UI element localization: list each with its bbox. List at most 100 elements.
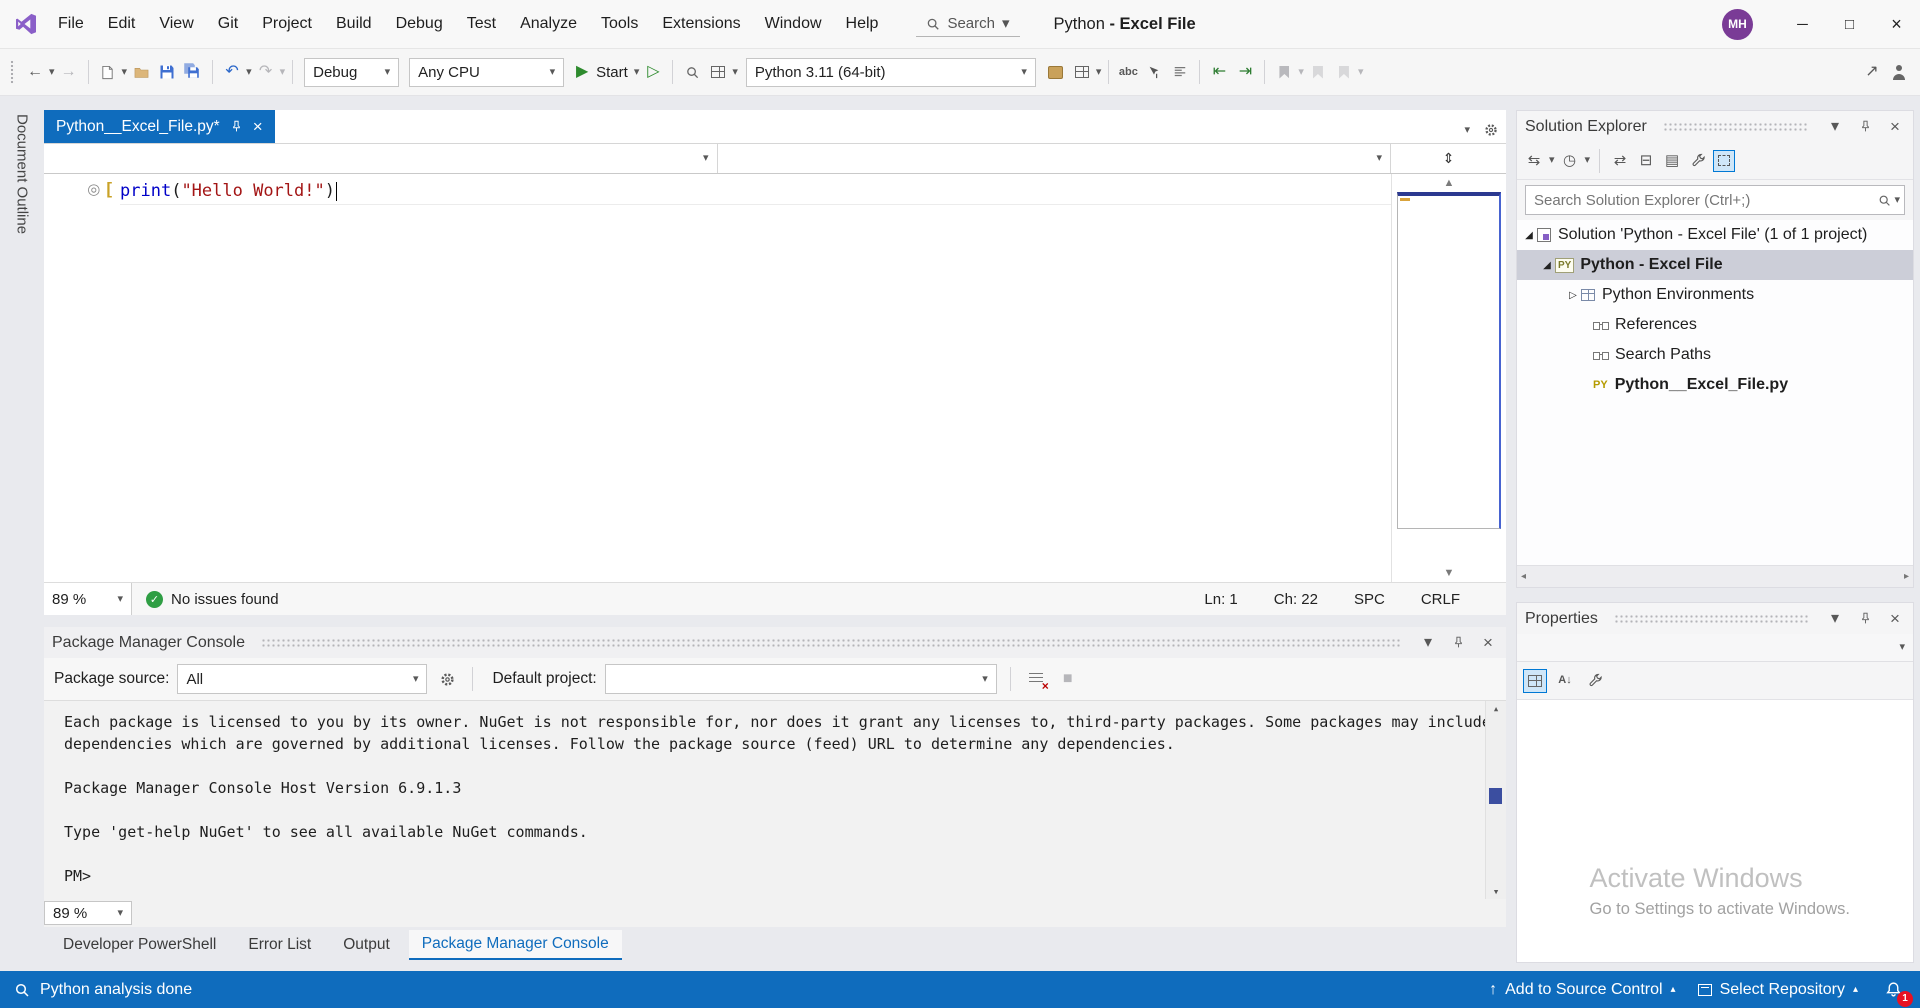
chevron-down-icon[interactable]: ▾ — [1298, 67, 1304, 78]
start-button[interactable]: Start — [596, 64, 628, 81]
menu-item-git[interactable]: Git — [206, 0, 250, 48]
package-source-settings-gear-icon[interactable] — [435, 667, 459, 691]
share-icon[interactable]: ↗ — [1860, 60, 1884, 84]
python-environment-dropdown[interactable]: Python 3.11 (64-bit) ▾ — [746, 58, 1036, 87]
interactive-window-icon[interactable] — [1070, 60, 1094, 84]
menu-item-project[interactable]: Project — [250, 0, 324, 48]
menu-item-test[interactable]: Test — [455, 0, 508, 48]
new-project-icon[interactable] — [96, 60, 120, 84]
chevron-down-icon[interactable]: ▾ — [1585, 155, 1591, 166]
sync-with-active-document-icon[interactable]: ⇄ — [1609, 150, 1631, 172]
document-tab-python-excel-file[interactable]: Python__Excel_File.py* × — [44, 110, 275, 143]
expander-icon[interactable]: ◢ — [1539, 260, 1555, 271]
close-icon[interactable]: × — [1885, 117, 1905, 137]
pin-icon[interactable] — [1855, 117, 1875, 137]
project-dropdown[interactable]: ▾ — [44, 144, 718, 173]
chevron-down-icon[interactable]: ▾ — [1894, 195, 1900, 206]
editor-options-gear-icon[interactable] — [1484, 123, 1498, 137]
tab-package-manager-console[interactable]: Package Manager Console — [409, 930, 622, 960]
tree-row-solution[interactable]: ◢ Solution 'Python - Excel File' (1 of 1… — [1517, 220, 1913, 250]
chevron-down-icon[interactable]: ▾ — [1549, 155, 1555, 166]
pin-icon[interactable] — [1855, 609, 1875, 629]
format-document-icon[interactable] — [1168, 60, 1192, 84]
add-to-source-control-button[interactable]: ↑ Add to Source Control ▴ — [1489, 981, 1675, 999]
caret-navigation-icon[interactable] — [1142, 60, 1166, 84]
console-output[interactable]: Each package is licensed to you by its o… — [44, 701, 1506, 899]
preview-selected-items-icon[interactable]: ▤ — [1661, 150, 1683, 172]
scroll-down-icon[interactable]: ▼ — [1444, 564, 1455, 582]
properties-object-dropdown[interactable]: ▾ — [1517, 634, 1913, 662]
tab-output[interactable]: Output — [330, 931, 403, 959]
console-vertical-scrollbar[interactable]: ▴ ▾ — [1485, 701, 1506, 899]
code-text[interactable]: print("Hello World!") — [120, 174, 1391, 582]
menu-item-edit[interactable]: Edit — [96, 0, 148, 48]
solution-explorer-horizontal-scrollbar[interactable]: ◂ ▸ — [1517, 565, 1913, 587]
chevron-down-icon[interactable]: ▾ — [49, 67, 55, 78]
tab-error-list[interactable]: Error List — [235, 931, 324, 959]
menu-item-tools[interactable]: Tools — [589, 0, 650, 48]
next-bookmark-icon[interactable] — [1332, 60, 1356, 84]
tree-row-search-paths[interactable]: Search Paths — [1517, 340, 1913, 370]
increase-indent-icon[interactable]: ⇥ — [1233, 60, 1257, 84]
redo-icon[interactable]: ↷ — [254, 60, 278, 84]
properties-drag-texture[interactable] — [1614, 614, 1809, 623]
line-ending-indicator[interactable]: CRLF — [1421, 591, 1460, 608]
spaces-indicator[interactable]: SPC — [1354, 591, 1385, 608]
editor-scrollbar-map[interactable]: ▲ ▼ — [1391, 174, 1506, 582]
minimize-button[interactable]: ─ — [1779, 0, 1826, 48]
send-feedback-icon[interactable] — [1886, 60, 1910, 84]
scroll-down-icon[interactable]: ▾ — [1493, 886, 1500, 897]
close-icon[interactable]: × — [1478, 633, 1498, 653]
pin-icon[interactable] — [1448, 633, 1468, 653]
preview-window-icon[interactable] — [706, 60, 730, 84]
switch-views-icon[interactable]: ⇆ — [1523, 150, 1545, 172]
menu-item-file[interactable]: File — [46, 0, 96, 48]
stop-icon[interactable]: ■ — [1056, 667, 1080, 691]
chevron-down-icon[interactable]: ▾ — [246, 67, 252, 78]
spell-check-icon[interactable]: abc — [1116, 60, 1140, 84]
save-all-icon[interactable] — [181, 60, 205, 84]
console-zoom-dropdown[interactable]: 89 % ▾ — [44, 901, 132, 925]
scrollbar-thumb[interactable] — [1397, 192, 1501, 529]
navigate-forward-icon[interactable]: → — [57, 60, 81, 84]
collapse-all-icon[interactable]: ⊟ — [1635, 150, 1657, 172]
chevron-down-icon[interactable]: ▾ — [1358, 67, 1364, 78]
find-in-files-icon[interactable] — [680, 60, 704, 84]
toolbar-grip[interactable] — [10, 60, 15, 84]
categorized-icon[interactable] — [1523, 669, 1547, 693]
search-icon[interactable] — [1874, 190, 1894, 210]
menu-item-build[interactable]: Build — [324, 0, 384, 48]
chevron-down-icon[interactable]: ▾ — [634, 67, 640, 78]
decrease-indent-icon[interactable]: ⇤ — [1207, 60, 1231, 84]
menu-item-window[interactable]: Window — [753, 0, 834, 48]
solution-explorer-header[interactable]: Solution Explorer ▾ × — [1517, 111, 1913, 142]
quick-action-icon[interactable]: ◎ — [87, 180, 100, 198]
scroll-up-icon[interactable]: ▲ — [1444, 174, 1455, 192]
alphabetical-sort-icon[interactable]: A↓ — [1553, 669, 1577, 693]
tree-row-references[interactable]: References — [1517, 310, 1913, 340]
search-input[interactable] — [1534, 192, 1874, 209]
open-file-icon[interactable] — [129, 60, 153, 84]
chevron-down-icon[interactable]: ▾ — [280, 67, 286, 78]
pmc-drag-texture[interactable] — [261, 638, 1402, 647]
navigate-back-icon[interactable]: ← — [23, 60, 47, 84]
default-project-dropdown[interactable]: ▾ — [605, 664, 997, 694]
menu-item-debug[interactable]: Debug — [384, 0, 455, 48]
menu-item-help[interactable]: Help — [834, 0, 891, 48]
tree-row-python-environments[interactable]: ▷ Python Environments — [1517, 280, 1913, 310]
pmc-header[interactable]: Package Manager Console ▾ × — [44, 627, 1506, 658]
column-indicator[interactable]: Ch: 22 — [1274, 591, 1318, 608]
undo-icon[interactable]: ↶ — [220, 60, 244, 84]
chevron-down-icon[interactable]: ▾ — [1096, 67, 1102, 78]
package-source-dropdown[interactable]: All ▾ — [177, 664, 427, 694]
window-position-chevron-icon[interactable]: ▾ — [1825, 117, 1845, 137]
package-manager-icon[interactable] — [1044, 60, 1068, 84]
tab-developer-powershell[interactable]: Developer PowerShell — [50, 931, 229, 959]
scroll-left-icon[interactable]: ◂ — [1521, 571, 1526, 582]
select-repository-button[interactable]: Select Repository ▴ — [1698, 981, 1858, 999]
scrollbar-thumb[interactable] — [1489, 788, 1502, 804]
solution-configuration-dropdown[interactable]: Debug ▾ — [304, 58, 399, 87]
close-tab-icon[interactable]: × — [253, 118, 263, 135]
notifications-button[interactable]: 1 — [1880, 977, 1906, 1003]
clear-console-icon[interactable] — [1024, 667, 1048, 691]
